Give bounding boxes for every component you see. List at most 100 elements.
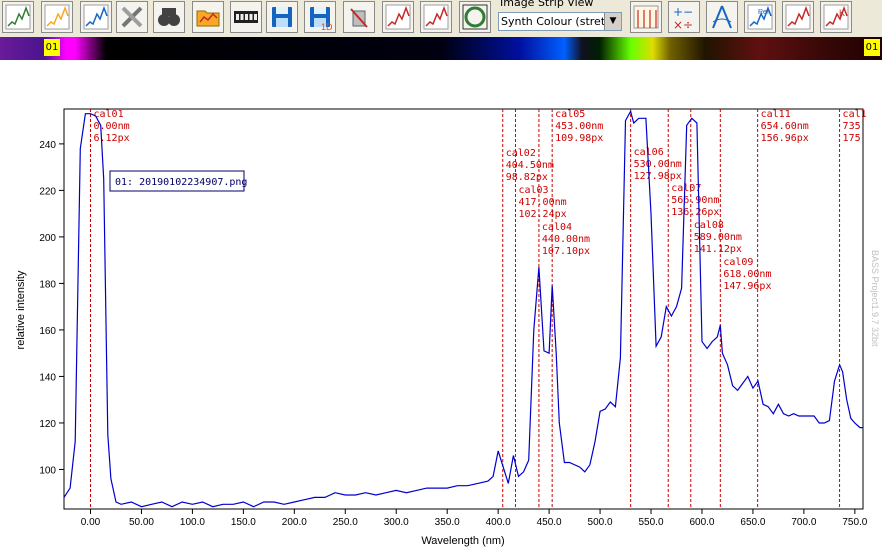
compass-button[interactable] xyxy=(706,1,738,33)
calibration-label: cal08 xyxy=(694,220,724,231)
delete-button[interactable] xyxy=(343,1,375,33)
calibration-px: 98.82px xyxy=(506,172,548,183)
calibration-nm: 417.00nm xyxy=(518,197,566,208)
x-tick-label: 100.0 xyxy=(180,517,205,528)
x-tick-label: 50.00 xyxy=(129,517,154,528)
x-tick-label: 500.0 xyxy=(588,517,613,528)
calibration-px: 107.10px xyxy=(542,246,590,257)
image-strip-view-select[interactable]: Synth Colour (stretc ▼ xyxy=(498,12,622,31)
open-image-icon xyxy=(5,4,31,30)
binoculars-icon xyxy=(158,8,180,26)
strip-right-tag: 01 xyxy=(864,39,880,56)
toolbar: 1D Image Strip View Synth Colour (stretc… xyxy=(0,0,882,38)
ruler-icon xyxy=(633,5,659,29)
tools-icon xyxy=(121,6,143,28)
binoculars-button[interactable] xyxy=(153,1,185,33)
calibration-label: cal03 xyxy=(518,185,548,196)
x-tick-label: 350.0 xyxy=(435,517,460,528)
refresh-button[interactable] xyxy=(459,1,491,33)
open-image-button[interactable] xyxy=(2,1,34,33)
calibration-label: cal1 xyxy=(843,109,867,120)
folder-graph-button[interactable] xyxy=(192,1,224,33)
calibration-px: 109.98px xyxy=(555,133,603,144)
svg-text:Ref: Ref xyxy=(758,9,769,16)
calibration-nm: 566.90nm xyxy=(671,195,719,206)
watermark: BASS Project1.9.7 32bit xyxy=(870,250,880,347)
svg-text:+−: +− xyxy=(673,5,693,19)
x-tick-label: 650.0 xyxy=(740,517,765,528)
plot-area xyxy=(63,108,864,510)
x-tick-label: 0.00 xyxy=(81,517,101,528)
calibration-px: 127.98px xyxy=(634,171,682,182)
kelvin-chart-icon: K xyxy=(823,4,849,30)
calibration-nm: 440.00nm xyxy=(542,234,590,245)
graph-tool-button[interactable] xyxy=(420,1,452,33)
x-tick-label: 300.0 xyxy=(384,517,409,528)
chevron-down-icon[interactable]: ▼ xyxy=(604,13,621,30)
svg-text:K: K xyxy=(839,8,845,18)
math-icon: +−×÷ xyxy=(673,5,693,32)
calibration-label: cal09 xyxy=(723,257,753,268)
spectrum-chart[interactable]: cal010.00nm6.12pxcal02404.50nm98.82pxcal… xyxy=(0,60,882,556)
reference-button[interactable]: Ref xyxy=(744,1,776,33)
x-tick-label: 200.0 xyxy=(282,517,307,528)
x-tick-label: 400.0 xyxy=(486,517,511,528)
tools-button[interactable] xyxy=(116,1,148,33)
calibration-label: cal11 xyxy=(761,109,791,120)
calibration-nm: 589.00nm xyxy=(694,232,742,243)
svg-text:×÷: ×÷ xyxy=(673,18,693,32)
calibrate-button[interactable] xyxy=(382,1,414,33)
y-axis: 100 120 140 160 180 200 220 240 xyxy=(39,140,64,476)
y-axis-label: relative intensity xyxy=(15,270,27,349)
calibration-nm: 618.00nm xyxy=(723,269,771,280)
camera-strip-button[interactable] xyxy=(230,1,262,33)
save-1d-button[interactable]: 1D xyxy=(304,1,336,33)
load-image-button[interactable] xyxy=(41,1,73,33)
strip-left-tag: 01 xyxy=(44,39,60,56)
graph-tool-icon xyxy=(423,4,449,30)
y-tick-label: 140 xyxy=(39,372,56,383)
pencil-chart-icon xyxy=(785,4,811,30)
x-tick-label: 750.0 xyxy=(842,517,867,528)
colour-strip-graphic xyxy=(0,37,882,60)
kelvin-chart-button[interactable]: K xyxy=(820,1,852,33)
y-tick-label: 100 xyxy=(39,465,56,476)
image-strip-view-label: Image Strip View xyxy=(500,0,594,9)
compass-icon xyxy=(712,5,732,29)
ruler-button[interactable] xyxy=(630,1,662,33)
y-tick-label: 220 xyxy=(39,186,56,197)
legend-entry: 01: 20190102234907.png xyxy=(115,177,247,188)
x-axis: 0.00 50.00 100.0 150.0 200.0 250.0 300.0 350.0 4… xyxy=(81,509,868,528)
calibration-px: 6.12px xyxy=(93,133,129,144)
x-axis-label: Wavelength (nm) xyxy=(421,535,504,547)
folder-graph-icon xyxy=(196,10,220,27)
calibration-label: cal06 xyxy=(634,147,664,158)
save-disk-button[interactable] xyxy=(266,1,298,33)
x-tick-label: 600.0 xyxy=(689,517,714,528)
calibration-nm: 404.50nm xyxy=(506,160,554,171)
calibration-nm: 530.00nm xyxy=(634,159,682,170)
legend: 01: 20190102234907.png xyxy=(109,170,247,192)
save-image-icon xyxy=(83,4,109,30)
image-strip-view-value: Synth Colour (stretc xyxy=(501,15,612,28)
calibration-px: 102.24px xyxy=(518,209,566,220)
save-1d-icon: 1D xyxy=(310,7,333,32)
calibration-nm: 654.60nm xyxy=(761,121,809,132)
x-tick-label: 550.0 xyxy=(639,517,664,528)
load-image-icon xyxy=(44,4,70,30)
pencil-chart-button[interactable] xyxy=(782,1,814,33)
calibration-px: 141.12px xyxy=(694,244,742,255)
colour-strip[interactable] xyxy=(0,37,882,60)
y-tick-label: 200 xyxy=(39,233,56,244)
x-tick-label: 250.0 xyxy=(333,517,358,528)
calibration-px: 147.96px xyxy=(723,281,771,292)
calibration-nm: 735 xyxy=(843,121,861,132)
save-image-button[interactable] xyxy=(80,1,112,33)
math-button[interactable]: +− ×÷ xyxy=(668,1,700,33)
x-tick-label: 450.0 xyxy=(537,517,562,528)
y-tick-label: 180 xyxy=(39,279,56,290)
refresh-icon xyxy=(462,4,488,30)
calibration-label: cal02 xyxy=(506,148,536,159)
reference-icon: Ref xyxy=(747,4,773,30)
y-tick-label: 160 xyxy=(39,326,56,337)
